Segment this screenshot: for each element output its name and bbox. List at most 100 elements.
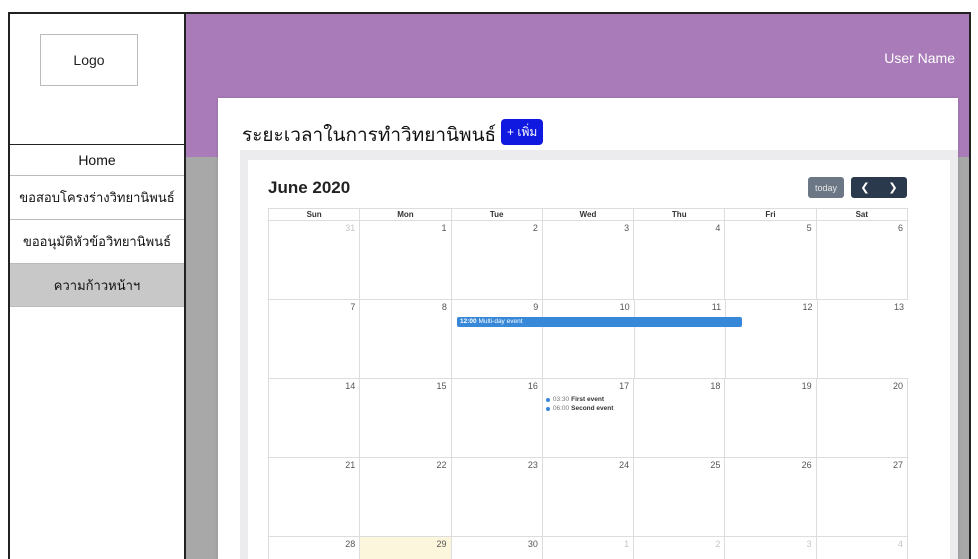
day-number: 14 (345, 381, 356, 391)
calendar-day[interactable]: 6 (815, 221, 908, 299)
day-number: 28 (345, 539, 356, 549)
calendar-week: 31 1 2 3 4 5 6 (268, 220, 908, 299)
calendar-day[interactable]: 20 (815, 379, 908, 457)
day-number: 21 (345, 460, 356, 470)
calendar: June 2020 today ❮ ❯ Sun Mon Tue Wed Thu … (248, 160, 950, 559)
day-number: 3 (624, 223, 630, 233)
sidebar-nav: Home ขอสอบโครงร่างวิทยานิพนธ์ ขออนุมัติห… (10, 144, 184, 307)
calendar-day[interactable]: 28 (268, 537, 359, 559)
calendar-day[interactable]: 31 (268, 221, 359, 299)
day-number: 11 (711, 302, 722, 312)
event-dot-icon (545, 397, 550, 402)
day-number: 1 (441, 223, 447, 233)
calendar-day[interactable]: 11 (633, 300, 725, 378)
calendar-week: 7 8 9 10 11 12 13 12:00 Multi-day event (268, 299, 908, 378)
calendar-day[interactable]: 3 (724, 537, 815, 559)
calendar-day[interactable]: 22 (359, 458, 450, 536)
calendar-day[interactable]: 25 (633, 458, 724, 536)
day-number: 16 (527, 381, 538, 391)
calendar-day[interactable]: 2 (450, 221, 542, 299)
calendar-week: 14 15 16 17 03:30 First event 06:00 Second… (268, 378, 908, 457)
calendar-day[interactable]: 15 (359, 379, 450, 457)
calendar-day[interactable]: 9 (450, 300, 542, 378)
calendar-day[interactable]: 1 (541, 537, 633, 559)
chevron-left-icon[interactable]: ❮ (851, 177, 879, 198)
day-number: 13 (893, 302, 904, 312)
calendar-day[interactable]: 23 (450, 458, 542, 536)
calendar-day[interactable]: 4 (815, 537, 908, 559)
day-number: 2 (532, 223, 538, 233)
chevron-right-icon[interactable]: ❯ (879, 177, 907, 198)
calendar-week: 28 29 30 1 2 3 4 (268, 536, 908, 559)
calendar-day[interactable]: 27 (815, 458, 908, 536)
sidebar-item-home[interactable]: Home (10, 144, 184, 175)
dow-wed: Wed (541, 209, 633, 220)
calendar-day[interactable]: 3 (541, 221, 633, 299)
day-of-week-header: Sun Mon Tue Wed Thu Fri Sat (268, 208, 908, 220)
calendar-day[interactable]: 30 (450, 537, 542, 559)
app-frame: Logo Home ขอสอบโครงร่างวิทยานิพนธ์ ขออนุ… (8, 12, 971, 559)
day-number: 5 (806, 223, 812, 233)
day-number: 9 (533, 302, 539, 312)
calendar-nav: ❮ ❯ (851, 177, 907, 198)
calendar-title: June 2020 (268, 178, 351, 197)
calendar-day[interactable]: 26 (724, 458, 815, 536)
calendar-day[interactable]: 10 (542, 300, 633, 378)
day-number: 15 (436, 381, 447, 391)
event-dot-icon (545, 406, 550, 411)
day-number: 3 (806, 539, 812, 549)
calendar-event[interactable]: 06:00 Second event (545, 405, 613, 412)
dow-tue: Tue (450, 209, 542, 220)
sidebar-item-topic-approval[interactable]: ขออนุมัติหัวข้อวิทยานิพนธ์ (10, 219, 184, 263)
day-number: 4 (715, 223, 721, 233)
dow-fri: Fri (724, 209, 815, 220)
calendar-day[interactable]: 7 (268, 300, 359, 378)
today-button[interactable]: today (808, 177, 844, 198)
sidebar-item-outline-exam[interactable]: ขอสอบโครงร่างวิทยานิพนธ์ (10, 175, 184, 219)
event-title: First event (571, 396, 604, 403)
day-number: 24 (619, 460, 630, 470)
calendar-event[interactable]: 03:30 First event (545, 396, 604, 403)
calendar-day[interactable]: 8 (359, 300, 450, 378)
user-name[interactable]: User Name (884, 50, 955, 66)
day-number: 29 (436, 539, 447, 549)
dow-mon: Mon (359, 209, 450, 220)
multi-day-event[interactable]: 12:00 Multi-day event (457, 317, 742, 327)
event-time: 06:00 (552, 405, 570, 412)
calendar-day-today[interactable]: 29 (359, 537, 451, 559)
calendar-day[interactable]: 5 (724, 221, 815, 299)
calendar-day[interactable]: 14 (268, 379, 359, 457)
add-button[interactable]: + เพิ่ม (501, 119, 544, 145)
event-time: 03:30 (552, 396, 570, 403)
day-number: 17 (619, 381, 630, 391)
day-number: 10 (619, 302, 630, 312)
calendar-day[interactable]: 2 (633, 537, 724, 559)
calendar-day[interactable]: 18 (633, 379, 724, 457)
day-number: 1 (624, 539, 630, 549)
calendar-grid: Sun Mon Tue Wed Thu Fri Sat 31 1 2 3 4 5… (268, 208, 908, 559)
calendar-day[interactable]: 12 (725, 300, 816, 378)
calendar-day[interactable]: 17 03:30 First event 06:00 Second event (541, 379, 633, 457)
day-number: 2 (715, 539, 721, 549)
dow-sat: Sat (815, 209, 908, 220)
calendar-day[interactable]: 13 (816, 300, 908, 378)
day-number: 31 (345, 223, 356, 233)
calendar-day[interactable]: 4 (633, 221, 724, 299)
day-number: 12 (802, 302, 813, 312)
logo: Logo (40, 34, 138, 86)
dow-thu: Thu (633, 209, 724, 220)
calendar-day[interactable]: 24 (541, 458, 633, 536)
day-number: 19 (801, 381, 812, 391)
event-time: 12:00 (460, 318, 477, 325)
calendar-day[interactable]: 1 (359, 221, 450, 299)
day-number: 18 (710, 381, 721, 391)
day-number: 8 (441, 302, 447, 312)
dow-sun: Sun (268, 209, 359, 220)
calendar-day[interactable]: 19 (724, 379, 815, 457)
day-number: 30 (527, 539, 538, 549)
calendar-day[interactable]: 21 (268, 458, 359, 536)
sidebar-item-progress[interactable]: ความก้าวหน้าฯ (10, 263, 184, 307)
page-title: ระยะเวลาในการทำวิทยานิพนธ์ (242, 125, 497, 146)
calendar-day[interactable]: 16 (450, 379, 542, 457)
day-number: 27 (892, 460, 903, 470)
